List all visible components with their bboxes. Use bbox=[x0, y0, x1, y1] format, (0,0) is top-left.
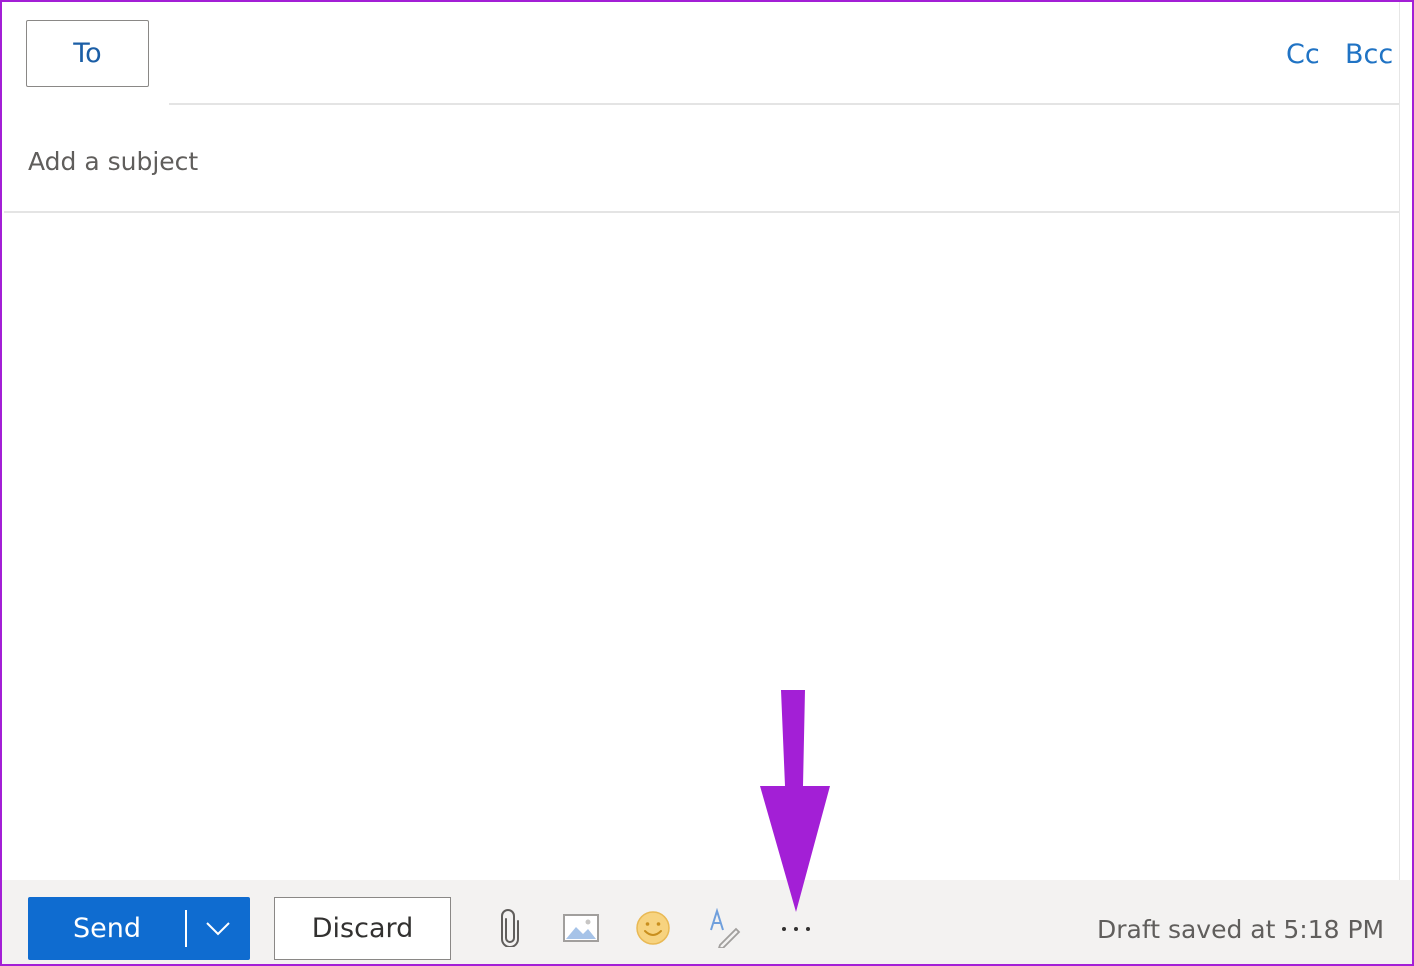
message-body-editor[interactable] bbox=[4, 213, 1399, 880]
chevron-down-icon bbox=[206, 921, 230, 935]
subject-input[interactable] bbox=[28, 141, 1388, 181]
discard-button[interactable]: Discard bbox=[274, 897, 451, 960]
signature-icon bbox=[710, 908, 741, 948]
send-options-button[interactable] bbox=[186, 897, 250, 960]
insert-signature-button[interactable] bbox=[704, 906, 744, 950]
send-button[interactable]: Send bbox=[28, 897, 186, 960]
draft-status-text: Draft saved at 5:18 PM bbox=[1097, 915, 1385, 944]
send-button-label: Send bbox=[72, 913, 141, 944]
annotation-arrow-icon bbox=[760, 690, 830, 912]
cc-link[interactable]: Cc bbox=[1286, 37, 1320, 73]
insert-emoji-button[interactable] bbox=[632, 906, 674, 950]
send-button-group: Send bbox=[28, 897, 250, 960]
discard-button-label: Discard bbox=[311, 913, 414, 944]
paperclip-icon bbox=[501, 909, 519, 947]
compose-right-edge bbox=[1399, 0, 1400, 880]
more-options-icon bbox=[782, 927, 810, 931]
recipient-field-underline bbox=[169, 103, 1399, 105]
insert-picture-button[interactable] bbox=[560, 908, 602, 948]
emoji-icon bbox=[636, 911, 670, 945]
image-icon bbox=[563, 914, 599, 942]
attach-button[interactable] bbox=[492, 906, 528, 950]
bcc-link[interactable]: Bcc bbox=[1345, 37, 1393, 73]
to-button[interactable]: To bbox=[26, 20, 149, 87]
to-button-label: To bbox=[73, 38, 102, 69]
send-split-divider bbox=[185, 910, 187, 947]
